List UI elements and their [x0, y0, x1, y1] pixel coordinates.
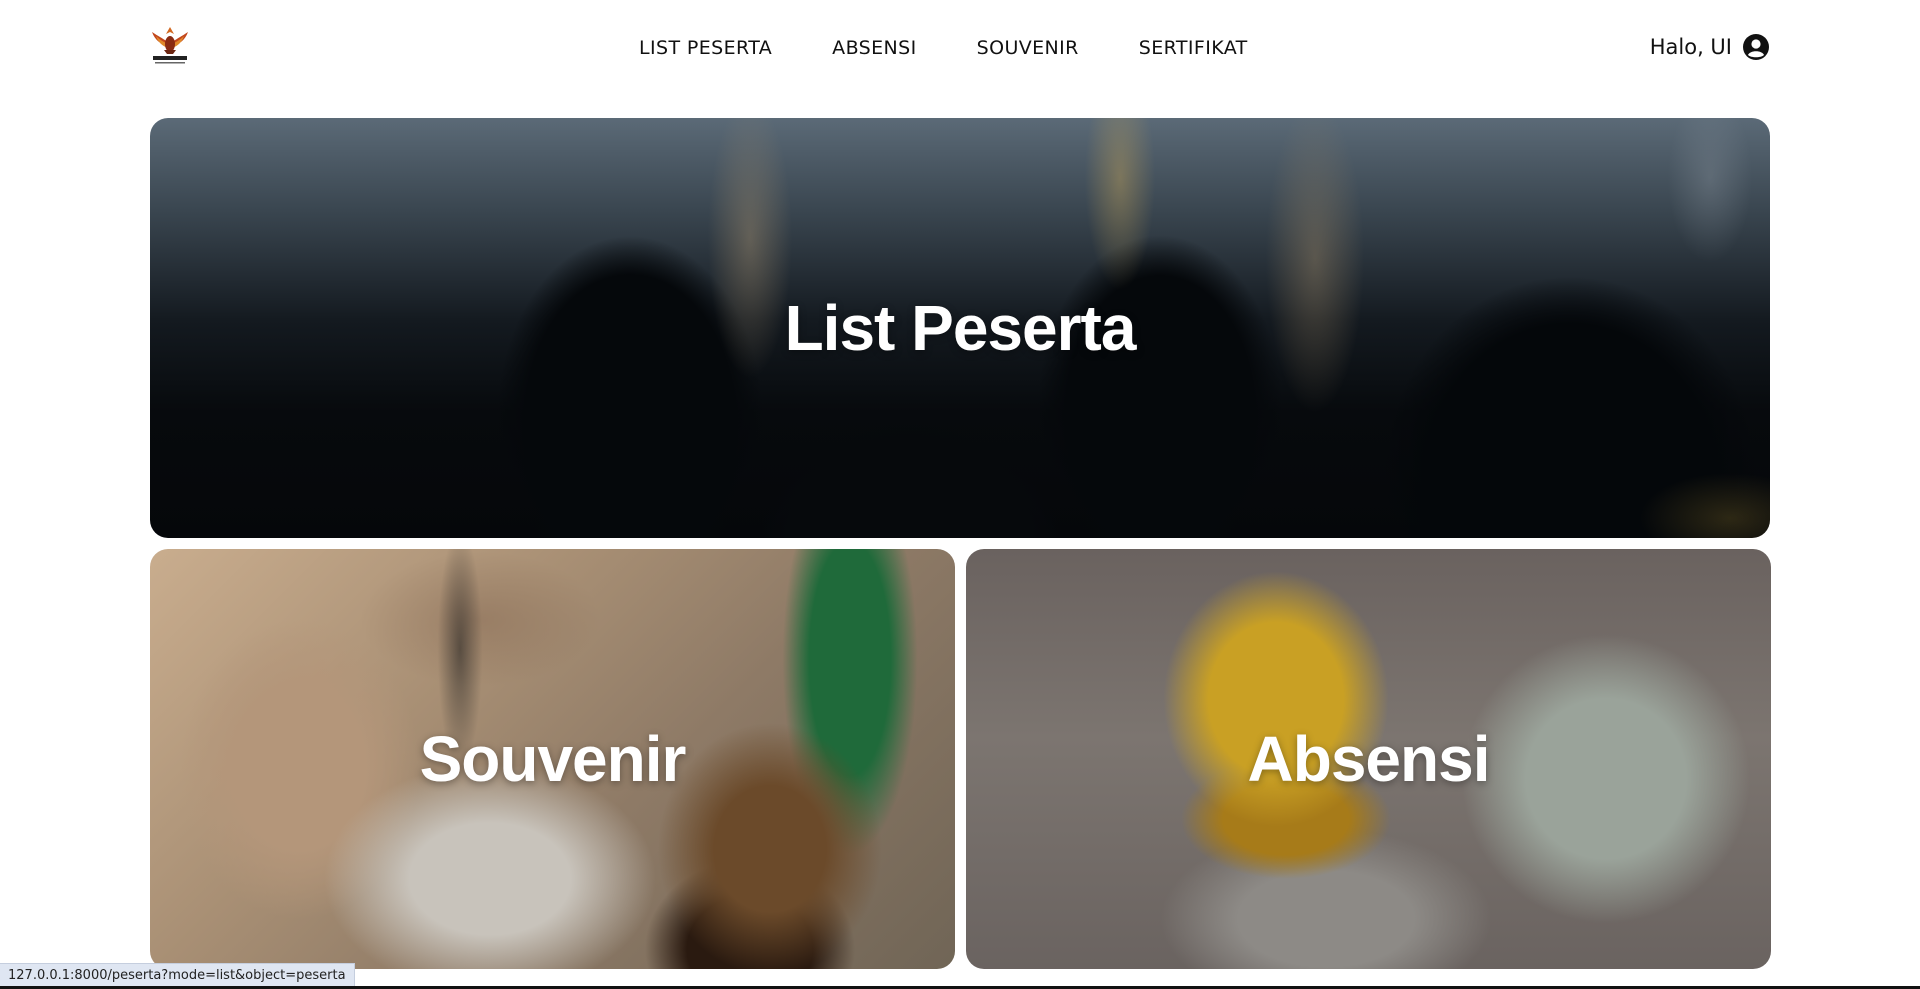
garuda-logo-icon[interactable] — [148, 24, 192, 66]
card-list-peserta[interactable]: List Peserta — [150, 118, 1770, 538]
account-circle-icon[interactable] — [1742, 33, 1770, 61]
card-absensi[interactable]: Absensi — [966, 549, 1771, 969]
user-menu[interactable]: Halo, UI — [1650, 33, 1770, 61]
main-nav: LIST PESERTA ABSENSI SOUVENIR SERTIFIKAT — [639, 36, 1248, 60]
user-greeting: Halo, UI — [1649, 35, 1732, 59]
card-title-souvenir: Souvenir — [419, 723, 687, 795]
card-title-absensi: Absensi — [1247, 723, 1491, 795]
card-souvenir[interactable]: Souvenir — [150, 549, 955, 969]
nav-sertifikat[interactable]: SERTIFIKAT — [1139, 36, 1248, 60]
header: LIST PESERTA ABSENSI SOUVENIR SERTIFIKAT… — [0, 0, 1920, 96]
card-title-list-peserta: List Peserta — [784, 292, 1137, 364]
nav-list-peserta[interactable]: LIST PESERTA — [639, 36, 772, 60]
nav-souvenir[interactable]: SOUVENIR — [977, 36, 1079, 60]
nav-absensi[interactable]: ABSENSI — [832, 36, 916, 60]
